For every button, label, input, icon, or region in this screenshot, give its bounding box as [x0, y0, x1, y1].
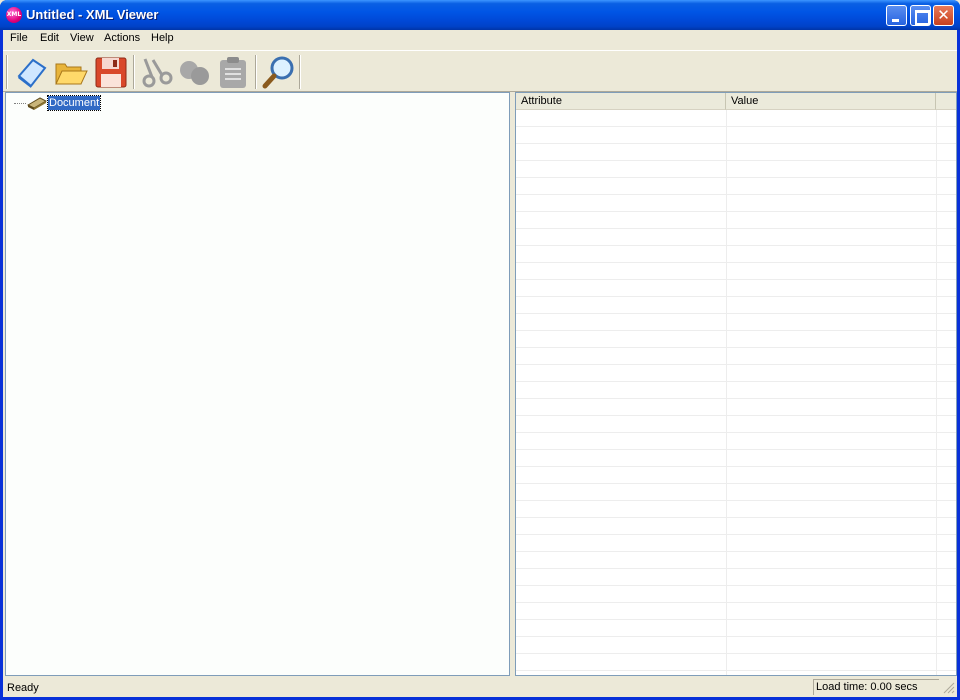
cut-button[interactable]	[139, 54, 175, 90]
status-text: Ready	[7, 682, 39, 694]
column-header-filler	[936, 93, 956, 110]
minimize-button[interactable]	[886, 5, 907, 26]
toolbar-separator	[133, 55, 135, 89]
tree-connector-line	[14, 103, 26, 104]
toolbar	[3, 50, 957, 92]
title-bar[interactable]: XML Untitled - XML Viewer ✕	[0, 0, 960, 30]
find-button[interactable]	[261, 54, 297, 90]
open-folder-icon	[55, 63, 88, 85]
new-document-icon	[17, 58, 47, 88]
column-header-value[interactable]: Value	[726, 93, 936, 110]
tree-node-label[interactable]: Document	[46, 95, 102, 111]
maximize-button[interactable]	[910, 5, 931, 26]
save-button[interactable]	[93, 54, 129, 90]
paste-clipboard-icon	[220, 57, 246, 88]
attributes-grid	[516, 110, 956, 675]
menu-help[interactable]: Help	[148, 32, 177, 44]
column-header-attribute[interactable]: Attribute	[516, 93, 726, 110]
toolbar-separator	[255, 55, 257, 89]
menu-bar: File Edit View Actions Help	[3, 30, 957, 49]
save-disk-icon	[95, 57, 127, 88]
menu-view[interactable]: View	[67, 32, 97, 44]
close-button[interactable]: ✕	[933, 5, 954, 26]
menu-file[interactable]: File	[7, 32, 31, 44]
new-button[interactable]	[13, 54, 49, 90]
toolbar-grip[interactable]	[6, 55, 8, 89]
find-magnifier-icon	[262, 56, 294, 89]
menu-edit[interactable]: Edit	[37, 32, 62, 44]
load-time-panel: Load time: 0.00 secs	[813, 679, 939, 695]
attributes-list[interactable]: Attribute Value	[515, 92, 957, 676]
xml-app-icon[interactable]: XML	[6, 7, 22, 23]
cut-scissors-icon	[142, 58, 173, 88]
paste-button[interactable]	[215, 54, 251, 90]
resize-grip-icon[interactable]	[941, 680, 955, 694]
tree-view[interactable]: Document	[5, 92, 510, 676]
open-button[interactable]	[53, 54, 89, 90]
copy-icon	[180, 61, 209, 85]
menu-actions[interactable]: Actions	[101, 32, 143, 44]
close-icon: ✕	[937, 6, 950, 24]
window-title: Untitled - XML Viewer	[26, 7, 159, 22]
toolbar-separator	[299, 55, 301, 89]
copy-button[interactable]	[177, 54, 213, 90]
status-bar: Ready Load time: 0.00 secs	[3, 678, 957, 697]
xml-node-icon	[27, 97, 47, 110]
app-window: XML Untitled - XML Viewer ✕ File Edit Vi…	[0, 0, 960, 700]
